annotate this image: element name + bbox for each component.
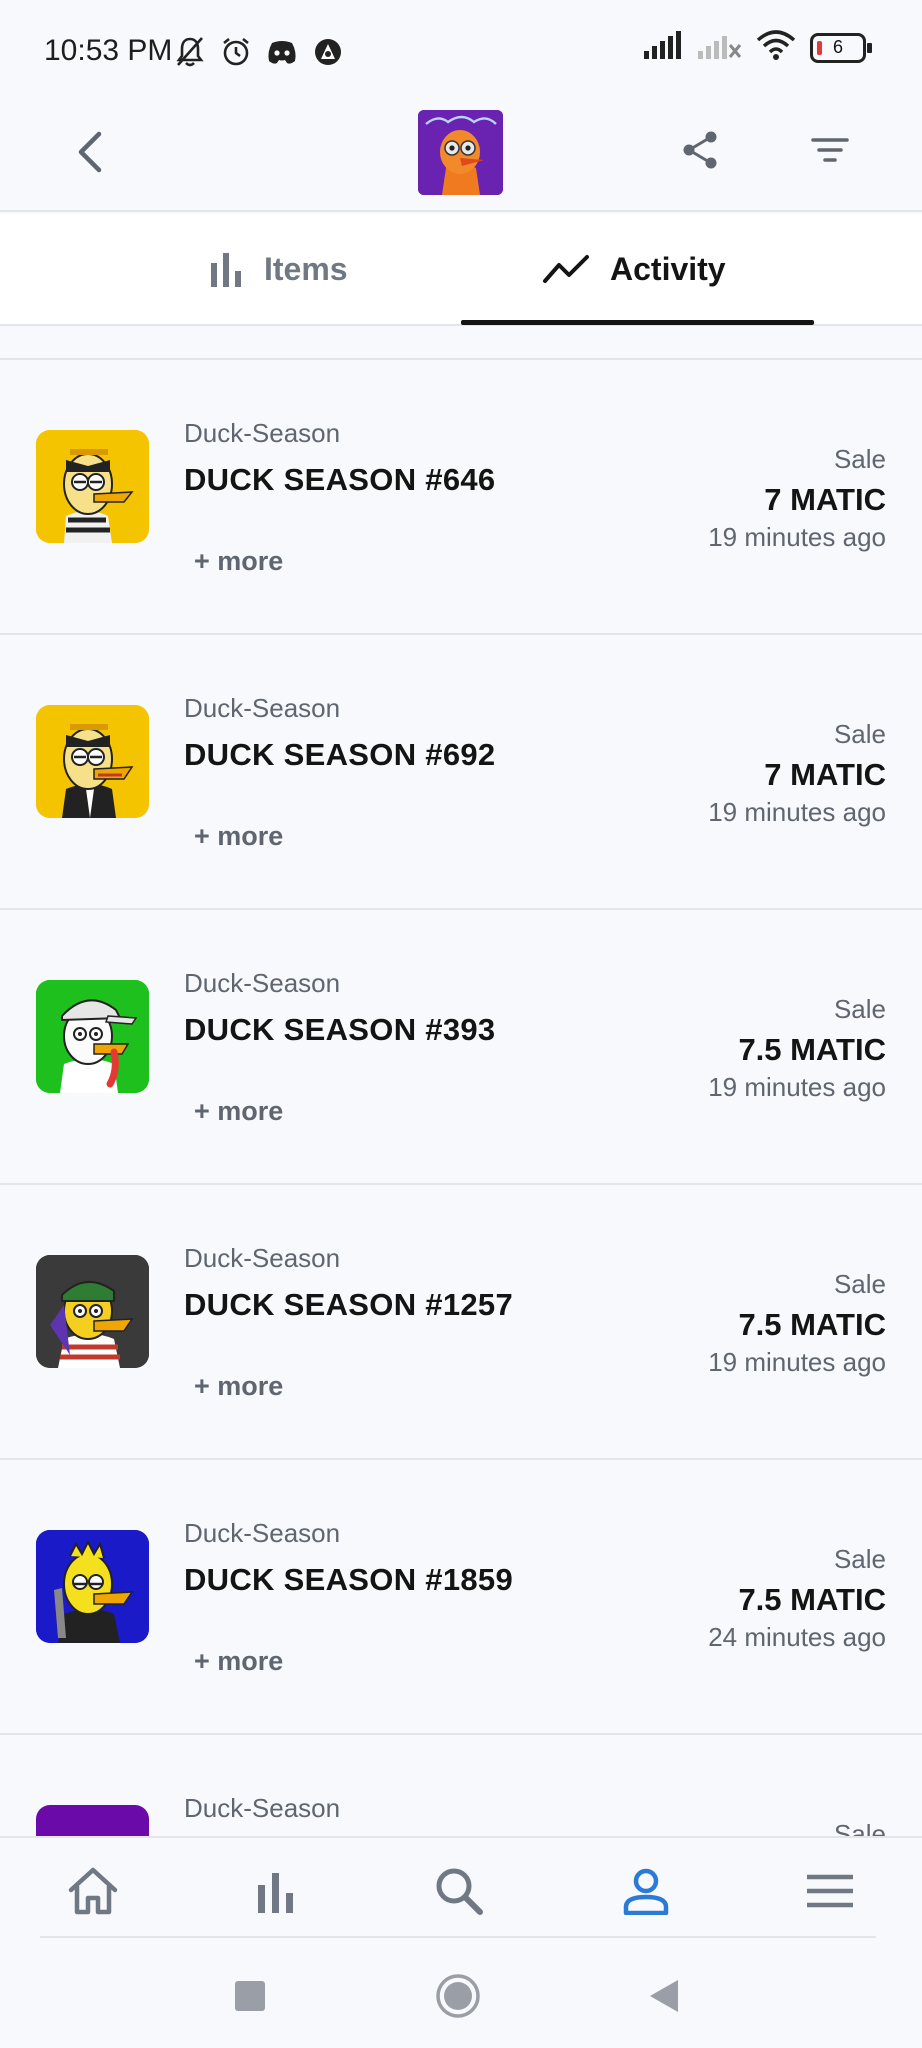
more-link[interactable]: + more: [194, 821, 283, 852]
item-name[interactable]: DUCK SEASON #646: [184, 462, 495, 498]
event-type: Sale: [833, 994, 886, 1024]
more-link[interactable]: + more: [194, 1096, 283, 1127]
tab-items[interactable]: Items: [210, 214, 348, 324]
tab-activity-label: Activity: [610, 250, 726, 287]
profile-icon: [623, 1868, 669, 1915]
tab-activity[interactable]: Activity: [542, 214, 726, 324]
system-navigation: [0, 1938, 922, 2048]
tab-items-label: Items: [264, 250, 348, 287]
triangle-back-icon: [650, 1980, 678, 2012]
nav-search[interactable]: [424, 1856, 494, 1926]
status-bar: 10:53 PM 6: [0, 0, 922, 100]
activity-row[interactable]: Duck-Season DUCK SEASON #692 + more Sale…: [0, 635, 922, 910]
time-ago: 19 minutes ago: [708, 797, 886, 827]
back-nav-button[interactable]: [634, 1966, 694, 2026]
activity-list[interactable]: Duck-Season DUCK SEASON #646 + more Sale…: [0, 358, 922, 1836]
event-type: Sale: [833, 444, 886, 474]
sale-price: 7 MATIC: [764, 482, 886, 517]
nft-thumbnail[interactable]: [36, 1530, 149, 1643]
more-link[interactable]: + more: [194, 1646, 283, 1677]
nft-thumbnail[interactable]: [36, 705, 149, 818]
event-type: Sale: [833, 719, 886, 749]
collection-name: Duck-Season: [184, 1243, 341, 1273]
nav-stats[interactable]: [241, 1856, 311, 1926]
item-name[interactable]: DUCK SEASON #1257: [184, 1287, 513, 1323]
nav-profile[interactable]: [611, 1856, 681, 1926]
time-ago: 19 minutes ago: [708, 522, 886, 552]
signal-off-icon: [698, 31, 742, 64]
battery-level: 6: [832, 37, 843, 57]
alarm-icon: [218, 34, 254, 70]
more-link[interactable]: + more: [194, 546, 283, 577]
sale-price: 7.5 MATIC: [738, 1032, 886, 1067]
sale-price: 7.5 MATIC: [738, 1582, 886, 1617]
time-ago: 24 minutes ago: [708, 1622, 886, 1652]
activity-row[interactable]: Duck-Season Sale: [0, 1735, 922, 1836]
mute-icon: [172, 34, 208, 70]
wifi-icon: [756, 30, 796, 65]
event-type: Sale: [833, 1819, 886, 1836]
collection-avatar[interactable]: [418, 110, 503, 195]
square-icon: [235, 1981, 265, 2011]
vpn-icon: [310, 34, 346, 70]
chevron-left-icon: [78, 131, 102, 173]
battery-icon: 6: [810, 32, 872, 63]
time-ago: 19 minutes ago: [708, 1072, 886, 1102]
status-time: 10:53 PM: [44, 34, 173, 67]
app-bar: [0, 100, 922, 212]
tab-bar: Items Activity: [0, 214, 922, 326]
activity-row[interactable]: Duck-Season DUCK SEASON #646 + more Sale…: [0, 360, 922, 635]
share-button[interactable]: [670, 120, 730, 180]
collection-name: Duck-Season: [184, 968, 341, 998]
activity-row[interactable]: Duck-Season DUCK SEASON #393 + more Sale…: [0, 910, 922, 1185]
nav-home[interactable]: [58, 1856, 128, 1926]
collection-name: Duck-Season: [184, 1518, 341, 1548]
item-name[interactable]: DUCK SEASON #692: [184, 737, 495, 773]
status-icons-left: [172, 34, 346, 70]
menu-icon: [807, 1874, 853, 1908]
collection-name: Duck-Season: [184, 693, 341, 723]
activity-row[interactable]: Duck-Season DUCK SEASON #1257 + more Sal…: [0, 1185, 922, 1460]
sale-price: 7.5 MATIC: [738, 1307, 886, 1342]
bar-chart-icon: [211, 253, 241, 287]
nft-thumbnail[interactable]: [36, 430, 149, 543]
nav-menu[interactable]: [795, 1856, 865, 1926]
nft-thumbnail[interactable]: [36, 980, 149, 1093]
trend-line-icon: [543, 255, 589, 283]
home-button[interactable]: [428, 1966, 488, 2026]
tab-indicator: [461, 320, 814, 325]
more-link[interactable]: + more: [194, 1371, 283, 1402]
event-type: Sale: [833, 1269, 886, 1299]
search-icon: [436, 1868, 483, 1915]
filter-icon: [811, 138, 849, 162]
share-icon: [683, 131, 717, 169]
circle-home-icon: [436, 1974, 480, 2018]
event-type: Sale: [833, 1544, 886, 1574]
item-name[interactable]: DUCK SEASON #1859: [184, 1562, 513, 1598]
discord-icon: [264, 34, 300, 70]
nft-thumbnail[interactable]: [36, 1255, 149, 1368]
item-name[interactable]: DUCK SEASON #393: [184, 1012, 495, 1048]
nft-thumbnail[interactable]: [36, 1805, 149, 1836]
sale-price: 7 MATIC: [764, 757, 886, 792]
filter-button[interactable]: [800, 120, 860, 180]
status-icons-right: 6: [644, 30, 872, 65]
stats-icon: [258, 1873, 293, 1913]
collection-name: Duck-Season: [184, 1793, 341, 1823]
activity-row[interactable]: Duck-Season DUCK SEASON #1859 + more Sal…: [0, 1460, 922, 1735]
bottom-navigation: [0, 1836, 922, 1938]
home-icon: [68, 1867, 118, 1915]
back-button[interactable]: [60, 122, 120, 182]
time-ago: 19 minutes ago: [708, 1347, 886, 1377]
signal-icon: [644, 31, 684, 64]
collection-name: Duck-Season: [184, 418, 341, 448]
recents-button[interactable]: [220, 1966, 280, 2026]
